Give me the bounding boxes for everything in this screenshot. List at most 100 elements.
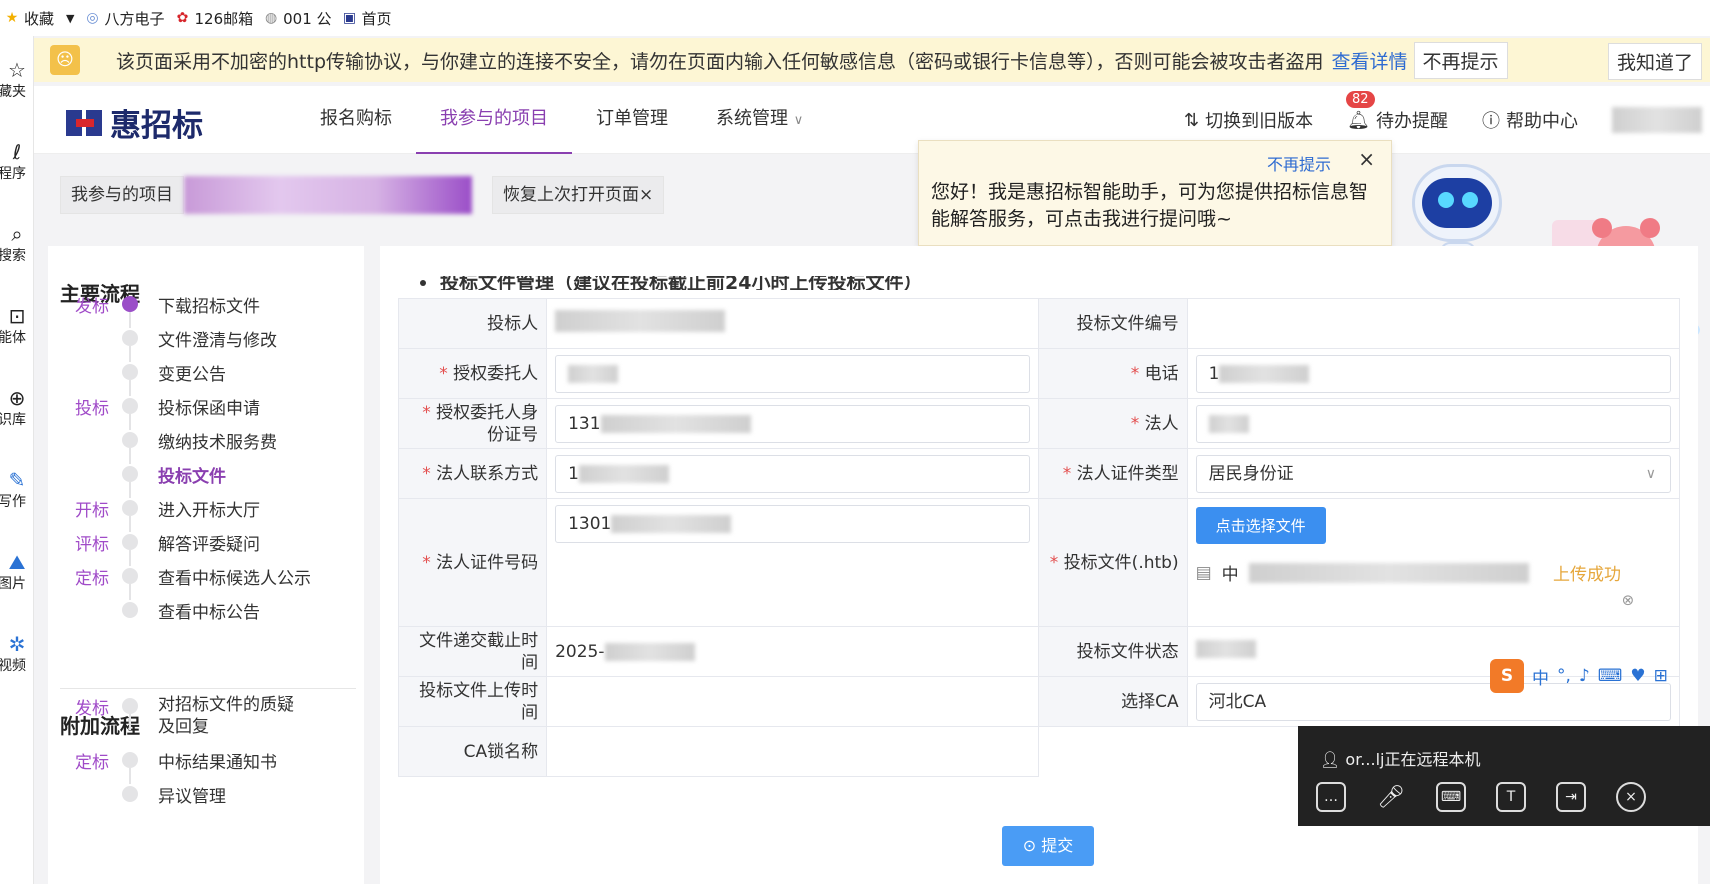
agent-id-input[interactable]: 131 xyxy=(555,404,1031,443)
bookmark-bafang[interactable]: ◎ 八方电子 xyxy=(84,8,164,29)
microphone-icon[interactable]: ♪ xyxy=(1579,666,1590,686)
step-label[interactable]: 投标文件 xyxy=(158,462,226,487)
chat-icon[interactable]: … xyxy=(1316,782,1346,812)
nav-my-projects[interactable]: 我参与的项目 xyxy=(416,86,572,154)
tab-project-redacted[interactable] xyxy=(184,176,472,214)
view-details-link[interactable]: 查看详情 xyxy=(1332,47,1408,74)
main-step[interactable]: 评标 解答评委疑问 xyxy=(48,524,364,566)
step-dot-icon xyxy=(122,534,138,550)
step-label[interactable]: 下载招标文件 xyxy=(158,292,260,317)
main-step[interactable]: 开标 进入开标大厅 xyxy=(48,490,364,532)
bookmark-126mail[interactable]: ✿ 126邮箱 xyxy=(175,8,254,29)
bookmark-home[interactable]: ▣ 首页 xyxy=(342,8,392,29)
step-label[interactable]: 解答评委疑问 xyxy=(158,530,260,555)
step-dot-icon xyxy=(122,698,138,714)
phone-input[interactable]: 1 xyxy=(1195,354,1671,393)
step-label[interactable]: 查看中标公告 xyxy=(158,598,260,623)
main-step[interactable]: 发标 下载招标文件 xyxy=(48,286,364,328)
step-label[interactable]: 进入开标大厅 xyxy=(158,496,260,521)
sogou-logo-icon[interactable]: S xyxy=(1490,659,1524,693)
close-icon[interactable]: × xyxy=(639,185,653,205)
bidder-value xyxy=(546,298,1040,349)
legal-cert-no-input[interactable]: 1301 xyxy=(555,505,1031,543)
deadline-value: 2025- xyxy=(546,626,1040,677)
microphone-icon[interactable]: 🎤︎ xyxy=(1376,782,1406,812)
step-label[interactable]: 缴纳技术服务费 xyxy=(158,428,277,453)
agent-input[interactable] xyxy=(555,354,1031,393)
nav-orders[interactable]: 订单管理 xyxy=(572,86,692,154)
legal-cert-type-select[interactable]: 居民身份证 ∨ xyxy=(1195,454,1671,493)
todo-reminder[interactable]: 🔔︎ 待办提醒 xyxy=(1347,107,1448,133)
extra-step[interactable]: 异议管理 xyxy=(48,776,364,810)
step-dot-icon xyxy=(122,752,138,768)
sidebar-images[interactable]: ⛰ 图片 xyxy=(0,550,33,594)
tab-restore-session[interactable]: 恢复上次打开页面× xyxy=(492,176,665,214)
step-label[interactable]: 异议管理 xyxy=(158,782,226,807)
switch-old-version[interactable]: ⇅ 切换到旧版本 xyxy=(1184,107,1313,133)
ime-punct-mode[interactable]: °, xyxy=(1557,666,1571,686)
step-label[interactable]: 投标保函申请 xyxy=(158,394,260,419)
sidebar-programs[interactable]: ℓ 程序 xyxy=(0,140,33,184)
step-label[interactable]: 中标结果通知书 xyxy=(158,748,277,773)
legal-contact-input[interactable]: 1 xyxy=(555,454,1031,493)
no-remind-button[interactable]: 不再提示 xyxy=(1413,41,1508,79)
sidebar-agent[interactable]: ⊡ 能体 xyxy=(0,304,33,348)
user-icon: 👤︎ xyxy=(1320,750,1341,769)
main-step[interactable]: 投标文件 xyxy=(48,456,364,498)
extra-step[interactable]: 定标 中标结果通知书 xyxy=(48,742,364,784)
file-name[interactable]: 中 xyxy=(1222,560,1239,585)
help-center[interactable]: ⓘ 帮助中心 xyxy=(1482,107,1578,133)
main-step[interactable]: 文件澄清与修改 xyxy=(48,320,364,362)
nav-system[interactable]: 系统管理 ∨ xyxy=(692,86,827,154)
video-icon: ✲ xyxy=(8,632,26,656)
nav-register-purchase[interactable]: 报名购标 xyxy=(296,86,416,154)
pick-file-button[interactable]: 点击选择文件 xyxy=(1195,507,1326,544)
main-step[interactable]: 查看中标公告 xyxy=(48,592,364,626)
bookmark-favorites[interactable]: ★ 收藏 ▼ xyxy=(4,8,75,29)
main-step[interactable]: 定标 查看中标候选人公示 xyxy=(48,558,364,600)
skin-icon[interactable]: ♥ xyxy=(1630,666,1645,686)
step-label[interactable]: 文件澄清与修改 xyxy=(158,326,277,351)
keyboard-icon[interactable]: ⌨ xyxy=(1436,782,1466,812)
chevron-down-icon[interactable]: ▼ xyxy=(66,12,74,25)
sidebar-favorites[interactable]: ☆ 藏夹 xyxy=(0,58,33,102)
ime-chinese-mode[interactable]: 中 xyxy=(1532,664,1549,689)
stage-label: 定标 xyxy=(75,569,109,589)
sidebar-video[interactable]: ✲ 视频 xyxy=(0,632,33,676)
sidebar-writing[interactable]: ✎ 写作 xyxy=(0,468,33,512)
text-icon[interactable]: T xyxy=(1496,782,1526,812)
got-it-button[interactable]: 我知道了 xyxy=(1607,43,1702,80)
extra-step[interactable]: 发标 对招标文件的质疑及回复 xyxy=(48,688,364,737)
step-label[interactable]: 变更公告 xyxy=(158,360,226,385)
grid-icon[interactable]: ⊞ xyxy=(1654,666,1668,686)
keyboard-icon[interactable]: ⌨ xyxy=(1598,666,1623,686)
main-step[interactable]: 缴纳技术服务费 xyxy=(48,422,364,464)
close-icon[interactable]: × xyxy=(1358,147,1375,171)
step-label[interactable]: 对招标文件的质疑及回复 xyxy=(158,694,308,738)
bookmark-001[interactable]: ◍ 001 公 xyxy=(263,8,332,29)
user-avatar[interactable] xyxy=(1611,107,1702,133)
legal-label: * 法人 xyxy=(1038,398,1188,449)
tab-my-projects[interactable]: 我参与的项目 xyxy=(60,176,184,214)
step-label[interactable]: 查看中标候选人公示 xyxy=(158,564,311,589)
file-transfer-icon[interactable]: ⇥ xyxy=(1556,782,1586,812)
main-step[interactable]: 投标 投标保函申请 xyxy=(48,388,364,430)
submit-button[interactable]: ⊙ 提交 xyxy=(1002,826,1094,866)
agent-id-label: * 授权委托人身份证号 xyxy=(397,398,548,449)
site-logo[interactable]: 惠招标 xyxy=(66,100,203,145)
disconnect-icon[interactable]: × xyxy=(1616,782,1646,812)
main-step[interactable]: 变更公告 xyxy=(48,354,364,396)
remote-status: 👤︎ or...lj正在远程本机 xyxy=(1320,750,1481,769)
legal-input[interactable] xyxy=(1195,404,1671,443)
assistant-no-remind[interactable]: 不再提示 xyxy=(1267,151,1331,175)
browser-sidebar: ☆ 藏夹 ℓ 程序 ⌕ 搜索 ⊡ 能体 ⊕ 识库 ✎ 写作 ⛰ 图片 ✲ 视频 xyxy=(0,36,34,884)
process-panel: 主要流程 发标 下载招标文件 文件澄清与修改 变更公告 投标 投标保函申请 缴纳技术服务费投… xyxy=(48,246,364,884)
remove-file-icon[interactable]: ⊗ xyxy=(1622,591,1671,609)
stage-label: 定标 xyxy=(75,753,109,773)
step-dot-icon xyxy=(122,568,138,584)
sidebar-knowledge[interactable]: ⊕ 识库 xyxy=(0,386,33,430)
legal-cert-no-label: * 法人证件号码 xyxy=(397,498,548,627)
upload-time-label: 投标文件上传时间 xyxy=(397,676,548,727)
bid-form-table: 投标人 投标文件编号 * 授权委托人 * 电话 1 * 授权委托人身份证号 13… xyxy=(397,298,1681,777)
sidebar-search[interactable]: ⌕ 搜索 xyxy=(0,222,33,266)
